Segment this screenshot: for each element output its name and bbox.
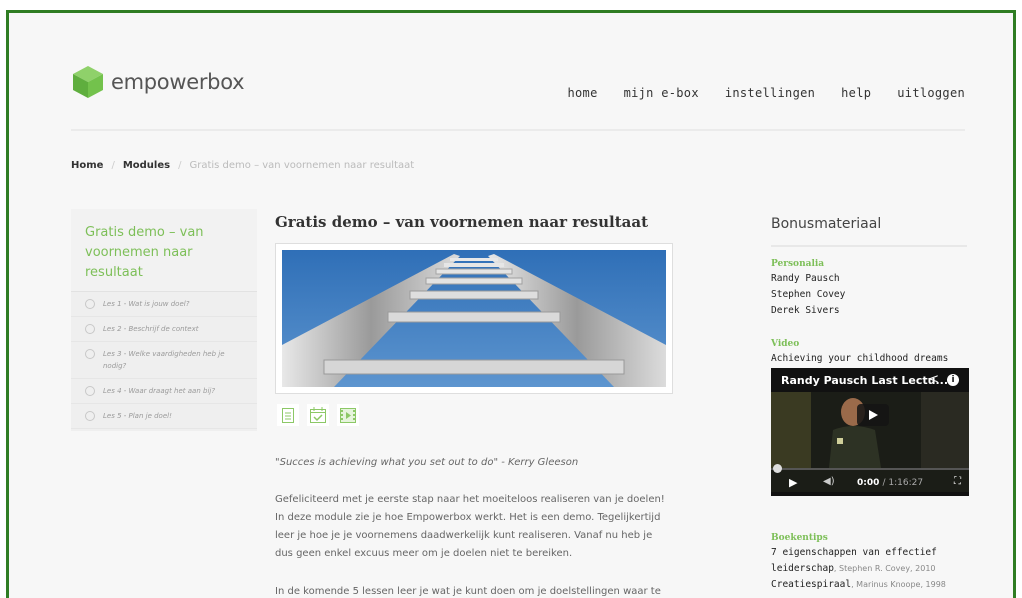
nav-uitloggen[interactable]: uitloggen [897, 86, 965, 100]
breadcrumb-current: Gratis demo – van voornemen naar resulta… [189, 160, 415, 171]
nav-mijn-e-box[interactable]: mijn e-box [624, 86, 699, 100]
lesson-item[interactable]: Les 5 - Plan je doel! [71, 404, 257, 429]
lesson-item[interactable]: Les 1 - Wat is jouw doel? [71, 292, 257, 317]
bonus-divider [771, 245, 967, 247]
personalia-heading: Personalia [771, 259, 825, 269]
personalia-item[interactable]: Randy Pausch [771, 271, 840, 287]
lesson-label: Les 3 - Welke vaardigheden heb je nodig? [103, 350, 225, 370]
logo[interactable]: empowerbox [71, 64, 245, 100]
video-caption: Achieving your childhood dreams [771, 353, 949, 364]
breadcrumb-home[interactable]: Home [71, 160, 103, 171]
lesson-item[interactable]: Les 2 - Beschrijf de context [71, 317, 257, 342]
lesson-status-circle-icon [85, 411, 95, 421]
calendar-check-icon[interactable] [307, 404, 329, 426]
lesson-sidebar: Gratis demo – van voornemen naar resulta… [71, 209, 257, 431]
ladder-sky-image [282, 250, 666, 387]
lesson-status-circle-icon [85, 386, 95, 396]
page-title: Gratis demo – van voornemen naar resulta… [275, 213, 649, 231]
personalia-item[interactable]: Stephen Covey [771, 287, 845, 303]
video-title: Randy Pausch Last Lectu... [781, 374, 949, 387]
play-icon [868, 410, 878, 420]
lesson-label: Les 2 - Beschrijf de context [103, 325, 199, 333]
intro-quote: "Succes is achieving what you set out to… [275, 457, 579, 468]
books-heading: Boekentips [771, 533, 828, 543]
breadcrumb-separator: / [178, 160, 182, 171]
big-play-button[interactable] [857, 404, 889, 426]
video-time: 0:00 / 1:16:27 [857, 478, 923, 488]
personalia-item[interactable]: Derek Sivers [771, 303, 840, 319]
fullscreen-icon[interactable]: ⛶ [954, 476, 961, 487]
lessons-paragraph: In de komende 5 lessen leer je wat je ku… [275, 586, 661, 597]
lesson-status-circle-icon [85, 299, 95, 309]
bonus-heading: Bonusmateriaal [771, 216, 882, 232]
info-icon[interactable]: i [947, 374, 959, 386]
breadcrumb: Home / Modules / Gratis demo – van voorn… [71, 160, 414, 171]
main-nav: home mijn e-box instellingen help uitlog… [568, 86, 966, 100]
page-frame: empowerbox home mijn e-box instellingen … [6, 10, 1016, 598]
lesson-label: Les 4 - Waar draagt het aan bij? [103, 387, 216, 395]
cube-logo-icon [73, 66, 103, 98]
lesson-item[interactable]: Les 4 - Waar draagt het aan bij? [71, 379, 257, 404]
lesson-label: Les 5 - Plan je doel! [103, 412, 172, 420]
book-author: , Stephen R. Covey, 2010 [833, 564, 936, 573]
sidebar-title[interactable]: Gratis demo – van voornemen naar resulta… [71, 209, 257, 292]
film-icon[interactable] [337, 404, 359, 426]
document-icon[interactable] [277, 404, 299, 426]
hero-image [275, 243, 673, 394]
book-item[interactable]: 7 eigenschappen van effectief leiderscha… [771, 545, 971, 577]
book-title: Creatiespiraal [771, 579, 852, 590]
lesson-tool-icons [277, 404, 359, 426]
video-current-time: 0:00 [857, 478, 880, 488]
lesson-item[interactable]: Les 3 - Welke vaardigheden heb je nodig? [71, 342, 257, 379]
volume-icon[interactable]: ◀) [823, 476, 835, 487]
book-author: , Marinus Knoope, 1998 [851, 580, 946, 589]
nav-instellingen[interactable]: instellingen [725, 86, 815, 100]
nav-home[interactable]: home [568, 86, 598, 100]
video-progress-bar[interactable] [771, 468, 969, 470]
video-scrubber-handle[interactable] [773, 464, 782, 473]
nav-help[interactable]: help [841, 86, 871, 100]
intro-paragraph: Gefeliciteerd met je eerste stap naar he… [275, 494, 665, 559]
lesson-label: Les 1 - Wat is jouw doel? [103, 300, 190, 308]
play-control-icon[interactable]: ▶ [789, 476, 797, 489]
breadcrumb-separator: / [111, 160, 115, 171]
lesson-status-circle-icon [85, 349, 95, 359]
logo-text: empowerbox [111, 70, 245, 94]
header-divider [71, 129, 965, 131]
video-heading: Video [771, 339, 800, 349]
video-player[interactable]: Randy Pausch Last Lectu... < i ▶ ◀) 0:00… [771, 368, 969, 496]
video-duration: / 1:16:27 [882, 478, 924, 488]
book-item[interactable]: Creatiespiraal, Marinus Knoope, 1998 [771, 577, 971, 593]
lesson-status-circle-icon [85, 324, 95, 334]
breadcrumb-modules[interactable]: Modules [123, 160, 170, 171]
share-icon[interactable]: < [928, 372, 939, 387]
